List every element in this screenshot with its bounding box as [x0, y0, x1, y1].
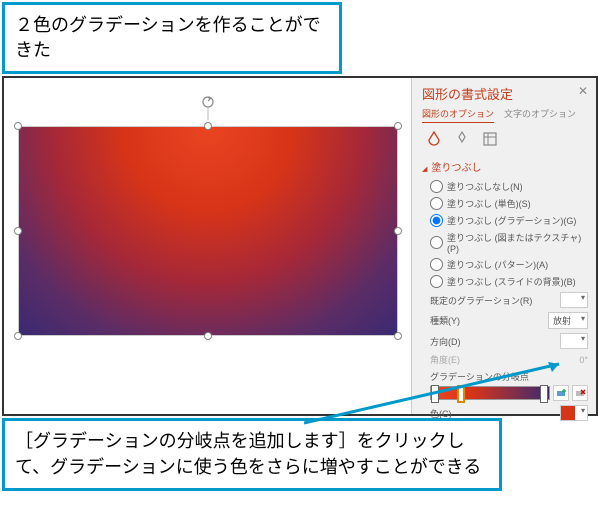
fill-section-header[interactable]: 塗りつぶし [422, 159, 588, 174]
size-properties-icon[interactable] [480, 129, 500, 149]
gradient-direction-row: 方向(D) [430, 333, 588, 349]
fill-gradient-radio[interactable]: 塗りつぶし (グラデーション)(G) [430, 214, 588, 227]
tab-shape-options[interactable]: 図形のオプション [422, 107, 494, 123]
pane-title: 図形の書式設定 [422, 84, 588, 103]
tab-text-options[interactable]: 文字のオプション [504, 107, 576, 123]
callout-bottom-text: ［グラデーションの分岐点を追加します］をクリックして、グラデーションに使う色をさ… [15, 431, 481, 476]
angle-value: 0° [579, 355, 588, 365]
radio-label: 塗りつぶし (単色)(S) [447, 197, 531, 210]
gradient-direction-picker[interactable] [560, 333, 588, 349]
effects-icon[interactable] [452, 129, 472, 149]
fill-slide-bg-radio[interactable]: 塗りつぶし (スライドの背景)(B) [430, 275, 588, 288]
resize-handle[interactable] [204, 332, 212, 340]
preset-gradient-row: 既定のグラデーション(R) [430, 292, 588, 308]
remove-gradient-stop-button[interactable] [572, 385, 588, 401]
fill-picture-radio[interactable]: 塗りつぶし (図またはテクスチャ)(P) [430, 231, 588, 254]
preset-gradient-picker[interactable] [560, 292, 588, 308]
preset-label: 既定のグラデーション(R) [430, 294, 532, 307]
fill-pattern-radio[interactable]: 塗りつぶし (パターン)(A) [430, 258, 588, 271]
gradient-type-combo[interactable]: 放射 [548, 312, 588, 329]
radio-label: 塗りつぶし (パターン)(A) [447, 258, 548, 271]
instruction-callout-top: ２色のグラデーションを作ることができた [2, 2, 342, 74]
resize-handle[interactable] [394, 122, 402, 130]
category-icons [422, 129, 588, 149]
stop-color-picker[interactable] [560, 405, 588, 421]
powerpoint-window: ✕ 図形の書式設定 図形のオプション 文字のオプション 塗りつぶし 塗りつぶしな… [2, 76, 598, 416]
gradient-stop-selected[interactable] [457, 385, 465, 403]
rotation-handle-icon[interactable] [200, 96, 216, 120]
radio-label: 塗りつぶしなし(N) [447, 180, 523, 193]
fill-solid-radio[interactable]: 塗りつぶし (単色)(S) [430, 197, 588, 210]
resize-handle[interactable] [394, 227, 402, 235]
angle-label: 角度(E) [430, 353, 460, 366]
radio-label: 塗りつぶし (スライドの背景)(B) [447, 275, 576, 288]
fill-line-icon[interactable] [424, 129, 444, 149]
color-label: 色(C) [430, 407, 452, 420]
instruction-callout-bottom: ［グラデーションの分岐点を追加します］をクリックして、グラデーションに使う色をさ… [2, 418, 502, 490]
gradient-stops-bar[interactable] [430, 386, 550, 400]
gradient-type-row: 種類(Y) 放射 [430, 312, 588, 329]
gradient-angle-row: 角度(E) 0° [430, 353, 588, 366]
pane-tabs: 図形のオプション 文字のオプション [422, 107, 588, 123]
add-gradient-stop-button[interactable] [553, 385, 569, 401]
radio-label: 塗りつぶし (グラデーション)(G) [447, 214, 576, 227]
resize-handle[interactable] [394, 332, 402, 340]
stop-color-row: 色(C) [430, 405, 588, 421]
slide-canvas[interactable] [4, 78, 411, 414]
fill-type-radios: 塗りつぶしなし(N) 塗りつぶし (単色)(S) 塗りつぶし (グラデーション)… [422, 180, 588, 288]
gradient-stops-row [430, 385, 588, 401]
resize-handle[interactable] [14, 332, 22, 340]
direction-label: 方向(D) [430, 335, 461, 348]
callout-top-text: ２色のグラデーションを作ることができた [15, 15, 321, 60]
gradient-rectangle[interactable] [18, 126, 398, 336]
format-shape-pane: ✕ 図形の書式設定 図形のオプション 文字のオプション 塗りつぶし 塗りつぶしな… [411, 78, 596, 414]
type-label: 種類(Y) [430, 314, 460, 327]
close-icon[interactable]: ✕ [578, 84, 588, 98]
selected-shape[interactable] [18, 126, 398, 336]
gradient-stops-label: グラデーションの分岐点 [430, 370, 588, 383]
radio-label: 塗りつぶし (図またはテクスチャ)(P) [447, 231, 588, 254]
gradient-stop[interactable] [540, 385, 548, 403]
fill-none-radio[interactable]: 塗りつぶしなし(N) [430, 180, 588, 193]
gradient-stop[interactable] [431, 385, 439, 403]
